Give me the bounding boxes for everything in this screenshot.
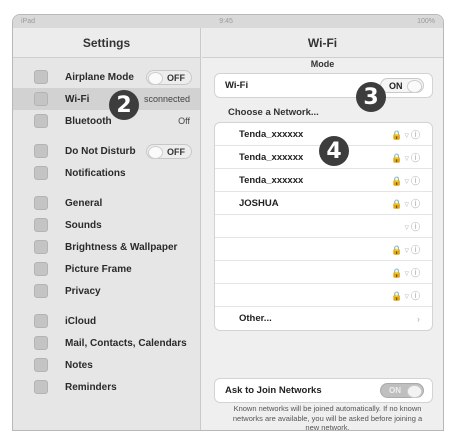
sidebar-item-picture-frame[interactable]: Picture Frame [13, 258, 200, 280]
sidebar-item-notifications[interactable]: Notifications [13, 162, 200, 184]
reminders-icon [34, 380, 48, 394]
network-row[interactable]: Tenda_xxxxxx 🔒▿ⓘ [215, 169, 432, 192]
lock-wifi-info-icon: 🔒▿ⓘ [391, 129, 422, 140]
mail-icon [34, 336, 48, 350]
sidebar-item-wifi[interactable]: Wi-Fi sconnected [13, 88, 200, 110]
settings-title: Settings [13, 28, 200, 58]
brightness-icon [34, 240, 48, 254]
bluetooth-icon [34, 114, 48, 128]
sidebar-item-brightness-wallpaper[interactable]: Brightness & Wallpaper [13, 236, 200, 258]
status-device: iPad [21, 18, 36, 25]
sidebar-item-do-not-disturb[interactable]: Do Not Disturb OFF [13, 140, 200, 162]
network-row[interactable]: 🔒▿ⓘ [215, 261, 432, 284]
airplane-mode-toggle[interactable]: OFF [146, 70, 192, 85]
wifi-status: sconnected [143, 94, 190, 104]
choose-network-label: Choose a Network... [228, 107, 319, 118]
sidebar-item-mail-contacts-calendars[interactable]: Mail, Contacts, Calendars [13, 332, 200, 354]
lock-wifi-info-icon: 🔒▿ⓘ [391, 152, 422, 163]
bluetooth-status: Off [178, 116, 190, 126]
status-time: 9:45 [219, 18, 233, 25]
wifi-row: Wi-Fi ON [215, 74, 432, 97]
picture-frame-icon [34, 262, 48, 276]
network-row[interactable]: ▿ⓘ [215, 215, 432, 238]
network-row-other[interactable]: Other... › [215, 307, 432, 330]
callout-badge-2: 2 [109, 90, 139, 120]
status-battery: 100% [417, 18, 435, 25]
lock-wifi-info-icon: 🔒▿ⓘ [391, 175, 422, 186]
hand-icon [34, 284, 48, 298]
lock-wifi-info-icon: 🔒▿ⓘ [391, 244, 422, 255]
ask-to-join-footnote: Known networks will be joined automatica… [232, 404, 423, 431]
ipad-screen: iPad 9:45 100% Settings Airplane Mode OF… [12, 14, 444, 431]
network-row[interactable]: 🔒▿ⓘ [215, 284, 432, 307]
sidebar-item-icloud[interactable]: iCloud [13, 310, 200, 332]
mode-label: Mode [310, 59, 335, 69]
lock-wifi-info-icon: 🔒▿ⓘ [391, 267, 422, 278]
wifi-toggle-group: Wi-Fi ON [214, 73, 433, 98]
wifi-info-icon: ▿ⓘ [404, 221, 422, 232]
wifi-panel-title: Wi-Fi [202, 28, 443, 58]
chevron-right-icon: › [417, 313, 422, 324]
sidebar-item-privacy[interactable]: Privacy [13, 280, 200, 302]
status-bar: iPad 9:45 100% [13, 15, 443, 28]
moon-icon [34, 144, 48, 158]
lock-wifi-info-icon: 🔒▿ⓘ [391, 290, 422, 301]
sidebar-item-sounds[interactable]: Sounds [13, 214, 200, 236]
gear-icon [34, 196, 48, 210]
sidebar-item-reminders[interactable]: Reminders [13, 376, 200, 398]
cloud-icon [34, 314, 48, 328]
callout-badge-4: 4 [319, 136, 349, 166]
speaker-icon [34, 218, 48, 232]
wifi-icon [34, 92, 48, 106]
sidebar-item-airplane-mode[interactable]: Airplane Mode OFF [13, 66, 200, 88]
lock-wifi-info-icon: 🔒▿ⓘ [391, 198, 422, 209]
wifi-on-toggle[interactable]: ON [380, 78, 424, 93]
ask-to-join-row: Ask to Join Networks ON [215, 379, 432, 402]
settings-sidebar: Settings Airplane Mode OFF Wi-Fi sconnec… [13, 28, 201, 430]
wifi-panel: Wi-Fi Mode Wi-Fi ON Choose a Network... … [202, 28, 443, 430]
sidebar-item-general[interactable]: General [13, 192, 200, 214]
airplane-icon [34, 70, 48, 84]
network-row[interactable]: 🔒▿ⓘ [215, 238, 432, 261]
ask-to-join-toggle[interactable]: ON [380, 383, 424, 398]
notes-icon [34, 358, 48, 372]
do-not-disturb-toggle[interactable]: OFF [146, 144, 192, 159]
notifications-icon [34, 166, 48, 180]
sidebar-item-bluetooth[interactable]: Bluetooth Off [13, 110, 200, 132]
sidebar-item-notes[interactable]: Notes [13, 354, 200, 376]
callout-badge-3: 3 [356, 82, 386, 112]
ask-to-join-group: Ask to Join Networks ON [214, 378, 433, 403]
network-row[interactable]: JOSHUA 🔒▿ⓘ [215, 192, 432, 215]
